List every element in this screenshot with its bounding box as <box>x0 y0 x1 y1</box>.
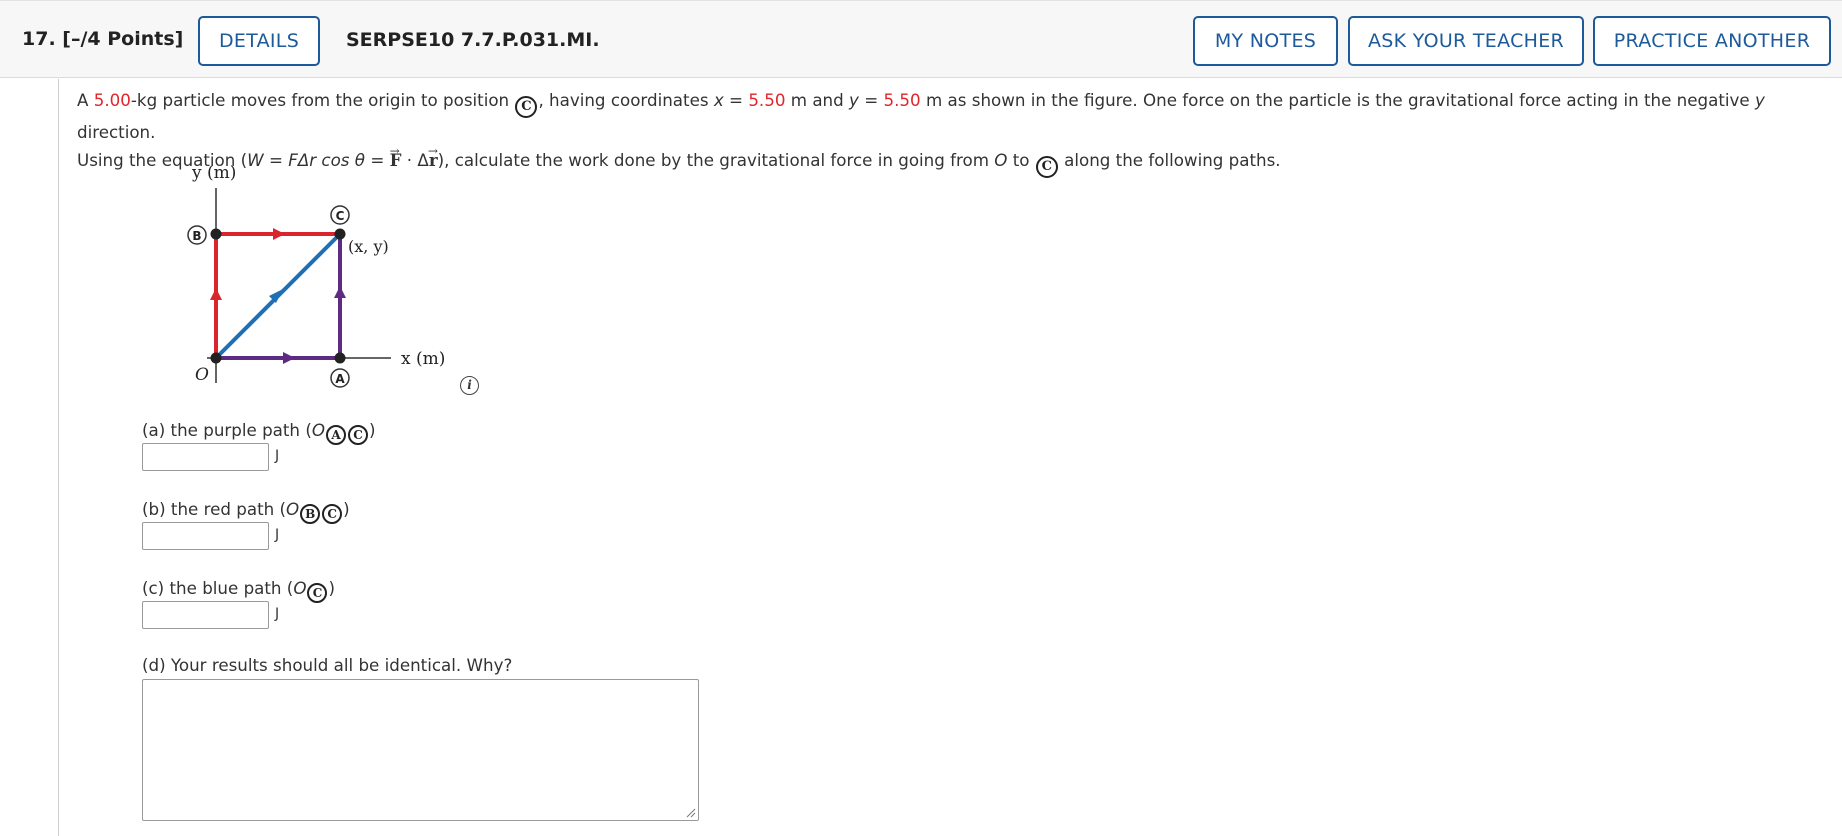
part-a-label: (a) the purple path (O A C) <box>142 420 375 445</box>
question-id: SERPSE10 7.7.P.031.MI. <box>346 29 600 51</box>
part-c-label: (c) the blue path (O C) <box>142 578 335 603</box>
part-a-unit: J <box>275 448 280 464</box>
paren-close: ) <box>343 499 350 519</box>
y-axis-label: y (m) <box>191 163 236 183</box>
problem-text: , having coordinates <box>538 90 714 110</box>
point-a-icon: A <box>325 425 346 445</box>
point-b-icon: B <box>300 504 321 524</box>
point-c-icon: C <box>1035 156 1058 178</box>
practice-another-button[interactable]: PRACTICE ANOTHER <box>1593 16 1831 66</box>
purple-arrow-up-icon <box>334 286 346 298</box>
problem-text: ), calculate the work done by the gravit… <box>437 150 995 170</box>
y-direction: y <box>1754 90 1765 110</box>
red-arrow-up-icon <box>210 288 222 300</box>
red-arrow-right-icon <box>273 228 285 240</box>
part-b-text: (b) the red path ( <box>142 499 287 519</box>
part-b-label: (b) the red path (O B C) <box>142 499 350 524</box>
content-left-rule <box>58 79 59 836</box>
point-b-dot <box>210 228 222 240</box>
point-c-label: C <box>330 205 350 225</box>
svg-text:A: A <box>335 372 345 386</box>
purple-arrow-right-icon <box>283 352 295 364</box>
part-b-answer-input[interactable] <box>142 522 269 550</box>
my-notes-button[interactable]: MY NOTES <box>1193 16 1338 66</box>
ask-your-teacher-button[interactable]: ASK YOUR TEACHER <box>1348 16 1584 66</box>
x-axis-label: x (m) <box>401 349 445 369</box>
problem-text: m and <box>785 90 850 110</box>
part-c-answer-input[interactable] <box>142 601 269 629</box>
point-c-icon: C <box>515 96 538 118</box>
problem-text: to <box>1007 150 1035 170</box>
point-c-icon: C <box>322 504 343 524</box>
part-b-unit: J <box>275 527 280 543</box>
part-d-answer-textarea[interactable] <box>142 679 699 821</box>
point-a-dot <box>334 352 346 364</box>
question-number: 17. [–/4 Points] <box>22 28 183 50</box>
point-b-label: B <box>187 225 207 245</box>
y-equals: y = <box>849 90 884 110</box>
x-value: 5.50 <box>748 90 786 110</box>
problem-text: direction. <box>77 122 156 142</box>
point-c-dot <box>334 228 346 240</box>
svg-text:C: C <box>336 209 345 223</box>
info-icon[interactable]: i <box>460 376 479 395</box>
part-c-unit: J <box>275 606 280 622</box>
part-d-label: (d) Your results should all be identical… <box>142 655 513 675</box>
origin-symbol: O <box>311 420 325 440</box>
part-a-text: (a) the purple path ( <box>142 420 312 440</box>
resize-grip-icon[interactable] <box>684 806 696 818</box>
details-button[interactable]: DETAILS <box>198 16 320 66</box>
question-header: 17. [–/4 Points] DETAILS SERPSE10 7.7.P.… <box>0 0 1842 78</box>
point-a-label: A <box>330 368 350 388</box>
origin-symbol: O <box>286 499 300 519</box>
origin-dot <box>210 352 222 364</box>
problem-text: -kg particle moves from the origin to po… <box>130 90 515 110</box>
paren-close: ) <box>328 578 335 598</box>
coord-label: (x, y) <box>348 237 389 256</box>
points-text: [–/4 Points] <box>62 28 184 50</box>
part-c-text: (c) the blue path ( <box>142 578 294 598</box>
mass-value: 5.00 <box>93 90 131 110</box>
problem-text: along the following paths. <box>1058 150 1281 170</box>
y-value: 5.50 <box>883 90 921 110</box>
problem-text: m as shown in the figure. One force on t… <box>920 90 1755 110</box>
origin-symbol: O <box>293 578 307 598</box>
origin-label: O <box>195 365 209 385</box>
svg-text:B: B <box>192 229 201 243</box>
path-diagram: y (m) x (m) O A B C (x, y) <box>187 163 445 388</box>
point-c-icon: C <box>307 583 328 603</box>
question-number-text: 17. <box>22 28 56 50</box>
problem-text: A <box>77 90 94 110</box>
origin-symbol: O <box>994 150 1008 170</box>
point-c-icon: C <box>347 425 368 445</box>
x-equals: x = <box>713 90 749 110</box>
part-a-answer-input[interactable] <box>142 443 269 471</box>
paren-close: ) <box>368 420 376 440</box>
